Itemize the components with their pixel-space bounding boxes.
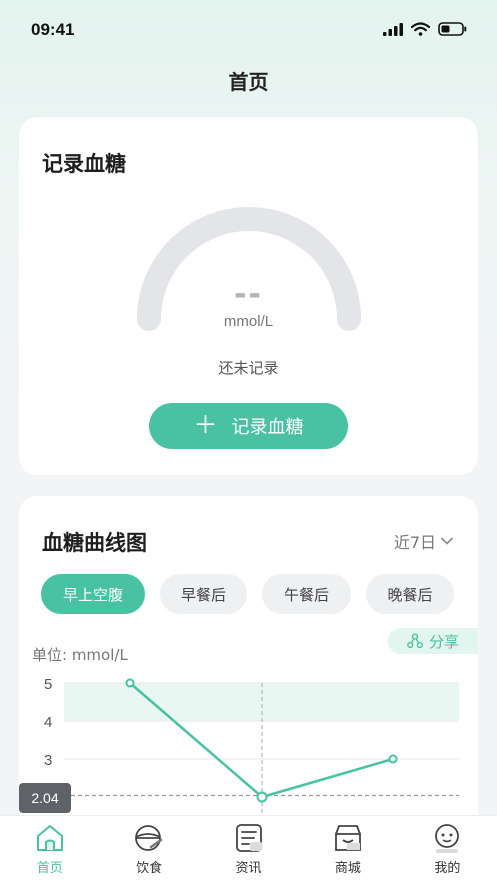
data-point xyxy=(388,754,398,764)
status-icons xyxy=(383,22,467,36)
status-bar: 09:41 xyxy=(0,0,497,62)
tabbar-item-label: 饮食 xyxy=(136,861,163,876)
selected-value-tag: 2.04 xyxy=(19,783,71,813)
target-range-band xyxy=(64,683,459,721)
tabbar-item-label: 首页 xyxy=(36,861,63,876)
shop-icon xyxy=(335,825,361,851)
tabbar-item-shop[interactable]: 商城 xyxy=(298,816,397,883)
y-tick-label: 3 xyxy=(44,752,52,769)
tabbar-item-profile[interactable]: 我的 xyxy=(398,816,497,883)
home-icon xyxy=(36,825,63,851)
news-icon xyxy=(235,824,262,852)
record-card-title: 记录血糖 xyxy=(42,152,126,176)
tabbar-item-diet[interactable]: 饮食 xyxy=(99,816,198,883)
cellular-signal-icon xyxy=(383,22,403,36)
battery-icon xyxy=(438,22,467,36)
glucose-reading: -- xyxy=(234,277,263,312)
tabbar-item-home[interactable]: 首页 xyxy=(0,816,99,883)
y-tick-label: 4 xyxy=(44,714,52,731)
tabbar-item-label: 商城 xyxy=(334,861,361,876)
diet-bowl-icon xyxy=(135,825,163,851)
record-status: 还未记录 xyxy=(218,359,279,377)
tabbar-item-news[interactable]: 资讯 xyxy=(199,816,298,883)
tabbar-item-label: 资讯 xyxy=(235,861,262,876)
data-point xyxy=(256,791,268,803)
record-glucose-button[interactable]: ＋ 记录血糖 xyxy=(149,403,348,449)
page-title: 首页 xyxy=(228,70,269,94)
record-card: 记录血糖 -- mmol/L 还未记录 ＋ 记录血糖 xyxy=(19,117,478,475)
data-point xyxy=(125,678,135,688)
status-time: 09:41 xyxy=(31,20,75,39)
glucose-line-chart: 5 4 3 xyxy=(44,676,459,816)
record-glucose-button-label: 记录血糖 xyxy=(231,417,304,437)
profile-icon xyxy=(435,824,460,853)
bottom-tab-bar: 首页 饮食 资讯 商城 我的 xyxy=(0,815,497,883)
wifi-icon xyxy=(411,22,430,36)
tabbar-item-label: 我的 xyxy=(434,861,461,876)
plus-icon: ＋ xyxy=(193,412,218,439)
glucose-unit: mmol/L xyxy=(223,313,274,330)
y-tick-label: 5 xyxy=(44,676,52,693)
